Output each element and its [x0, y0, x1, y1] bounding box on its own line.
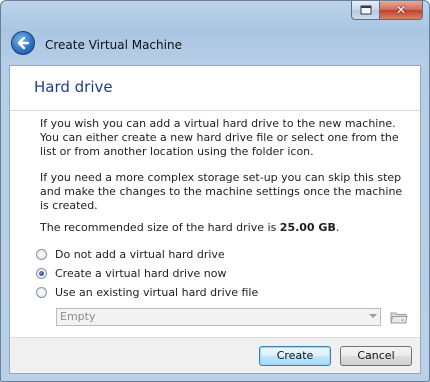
back-arrow-icon	[17, 36, 30, 50]
recommended-size-prefix: The recommended size of the hard drive i…	[40, 221, 280, 234]
radio-create-disk[interactable]	[36, 268, 47, 279]
option-no-disk-label: Do not add a virtual hard drive	[55, 248, 225, 261]
chevron-down-icon	[369, 314, 377, 318]
option-existing-disk-label: Use an existing virtual hard drive file	[55, 286, 259, 299]
intro-paragraph: If you wish you can add a virtual hard d…	[40, 117, 399, 158]
option-create-disk-label: Create a virtual hard drive now	[55, 267, 227, 280]
existing-disk-row: Empty	[56, 308, 408, 326]
choose-disk-file-button[interactable]	[390, 309, 408, 325]
close-icon: ✕	[395, 3, 407, 17]
radio-no-disk[interactable]	[36, 249, 47, 260]
option-no-disk[interactable]: Do not add a virtual hard drive	[36, 245, 408, 264]
page-content: If you wish you can add a virtual hard d…	[10, 111, 420, 326]
existing-disk-value: Empty	[60, 310, 96, 323]
cancel-button[interactable]: Cancel	[340, 346, 412, 366]
wizard-panel: Hard drive If you wish you can add a vir…	[9, 65, 421, 374]
storage-note-paragraph: If you need a more complex storage set-u…	[40, 171, 403, 212]
existing-disk-select[interactable]: Empty	[56, 308, 381, 326]
close-button[interactable]: ✕	[379, 1, 423, 20]
create-button[interactable]: Create	[259, 346, 331, 366]
recommended-size-value: 25.00 GB	[279, 221, 336, 234]
window-title: Create Virtual Machine	[45, 38, 182, 52]
page-heading: Hard drive	[34, 78, 113, 96]
recommended-size-suffix: .	[335, 221, 340, 234]
option-create-disk[interactable]: Create a virtual hard drive now	[36, 264, 408, 283]
button-bar: Create Cancel	[10, 337, 420, 373]
dialog-window: ✕ Create Virtual Machine Hard drive If y…	[0, 0, 430, 382]
back-button[interactable]	[11, 31, 35, 55]
folder-icon	[390, 312, 408, 323]
caption-buttons: ✕	[351, 1, 423, 21]
restore-icon	[360, 5, 371, 15]
page-header: Hard drive	[10, 66, 420, 111]
recommended-size-text: The recommended size of the hard drive i…	[40, 221, 408, 235]
title-row: Create Virtual Machine	[1, 29, 429, 63]
option-existing-disk[interactable]: Use an existing virtual hard drive file	[36, 283, 408, 302]
restore-button[interactable]	[351, 1, 379, 20]
radio-existing-disk[interactable]	[36, 287, 47, 298]
